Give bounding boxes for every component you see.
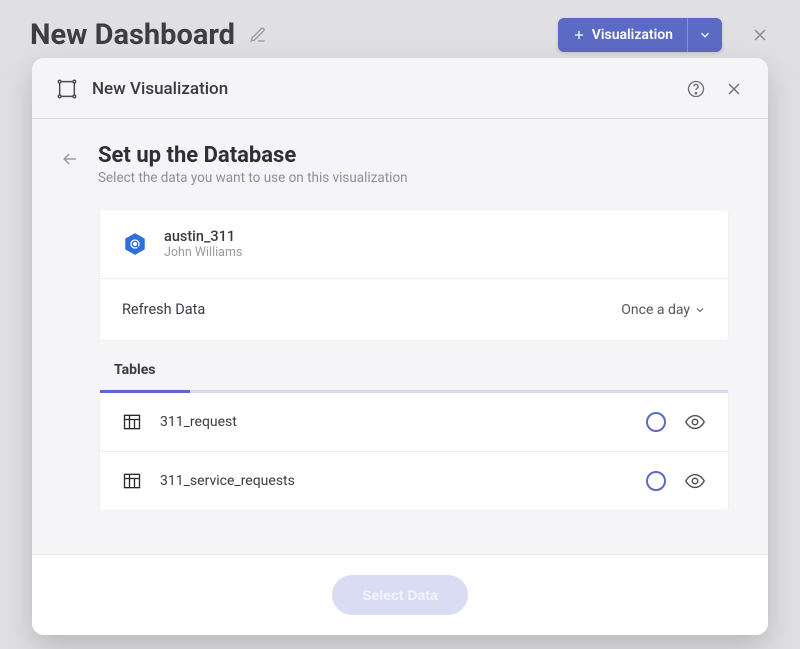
top-bar: New Dashboard Visualization [0,0,800,66]
table-row[interactable]: 311_request [100,393,728,452]
table-icon [122,412,142,432]
table-row[interactable]: 311_service_requests [100,452,728,510]
database-card: austin_311 John Williams Refresh Data On… [100,210,728,340]
refresh-row[interactable]: Refresh Data Once a day [100,279,728,340]
visualization-dropdown-button[interactable] [687,18,722,52]
table-select-radio[interactable] [646,471,666,491]
modal-title: New Visualization [92,79,228,99]
modal-body: Set up the Database Select the data you … [32,119,768,554]
edit-icon[interactable] [249,26,267,44]
modal-footer: Select Data [32,554,768,635]
back-button[interactable] [60,149,80,169]
preview-icon[interactable] [684,470,706,492]
table-icon [122,471,142,491]
refresh-value[interactable]: Once a day [621,302,706,318]
select-data-button[interactable]: Select Data [332,575,467,615]
modal-close-icon[interactable] [724,79,744,99]
table-name: 311_service_requests [160,473,628,489]
visualization-button-group: Visualization [558,18,722,52]
database-row[interactable]: austin_311 John Williams [100,210,728,279]
page-title: New Dashboard [30,18,235,52]
plus-icon [572,28,586,42]
database-icon [122,231,148,257]
chevron-down-icon [698,28,712,42]
modal-header: New Visualization [32,58,768,119]
close-button[interactable] [750,25,770,45]
widget-icon [56,78,78,100]
tables-card: 311_request 311_service_requests [100,390,728,510]
table-name: 311_request [160,414,628,430]
section-subheading: Select the data you want to use on this … [98,170,408,186]
tables-label: Tables [114,362,728,378]
section-heading: Set up the Database [98,143,408,168]
visualization-button-label: Visualization [592,27,673,43]
preview-icon[interactable] [684,411,706,433]
refresh-label: Refresh Data [122,301,205,318]
modal: New Visualization Set up the Database Se… [32,58,768,635]
table-select-radio[interactable] [646,412,666,432]
database-name: austin_311 [164,228,242,245]
database-owner: John Williams [164,245,242,260]
help-icon[interactable] [686,79,706,99]
add-visualization-button[interactable]: Visualization [558,18,687,52]
